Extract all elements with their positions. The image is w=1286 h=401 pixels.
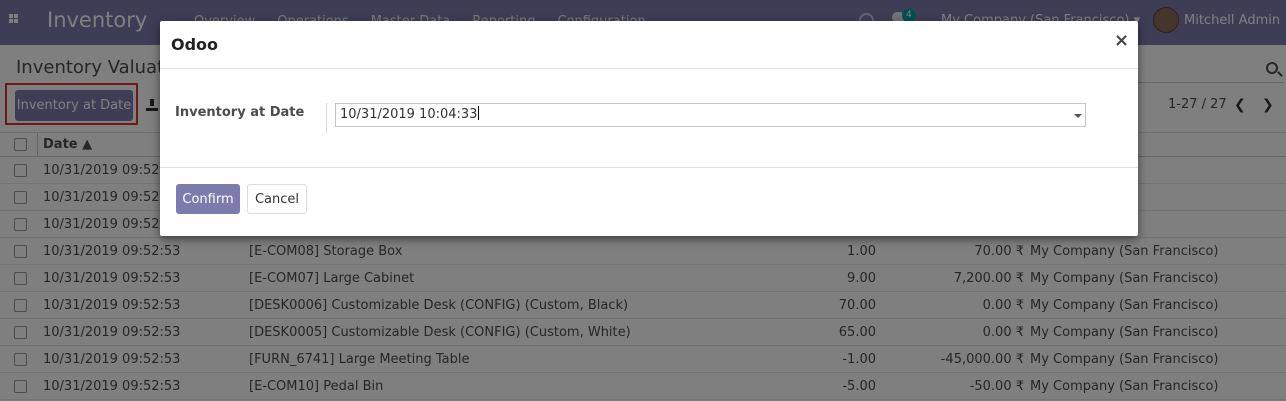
dialog-title: Odoo xyxy=(171,35,219,54)
divider xyxy=(326,103,327,133)
date-field[interactable]: 10/31/2019 10:04:33 xyxy=(335,103,1086,127)
cancel-button[interactable]: Cancel xyxy=(247,184,307,214)
text-cursor xyxy=(478,106,480,120)
divider xyxy=(160,167,1138,168)
inventory-at-date-label: Inventory at Date xyxy=(175,105,305,120)
confirm-button[interactable]: Confirm xyxy=(176,184,240,214)
inventory-at-date-dialog: Odoo × Inventory at Date 10/31/2019 10:0… xyxy=(160,21,1138,236)
date-value: 10/31/2019 10:04:33 xyxy=(340,107,478,122)
close-icon[interactable]: × xyxy=(1114,32,1129,50)
dropdown-caret-icon[interactable] xyxy=(1074,114,1082,118)
divider xyxy=(160,68,1138,69)
